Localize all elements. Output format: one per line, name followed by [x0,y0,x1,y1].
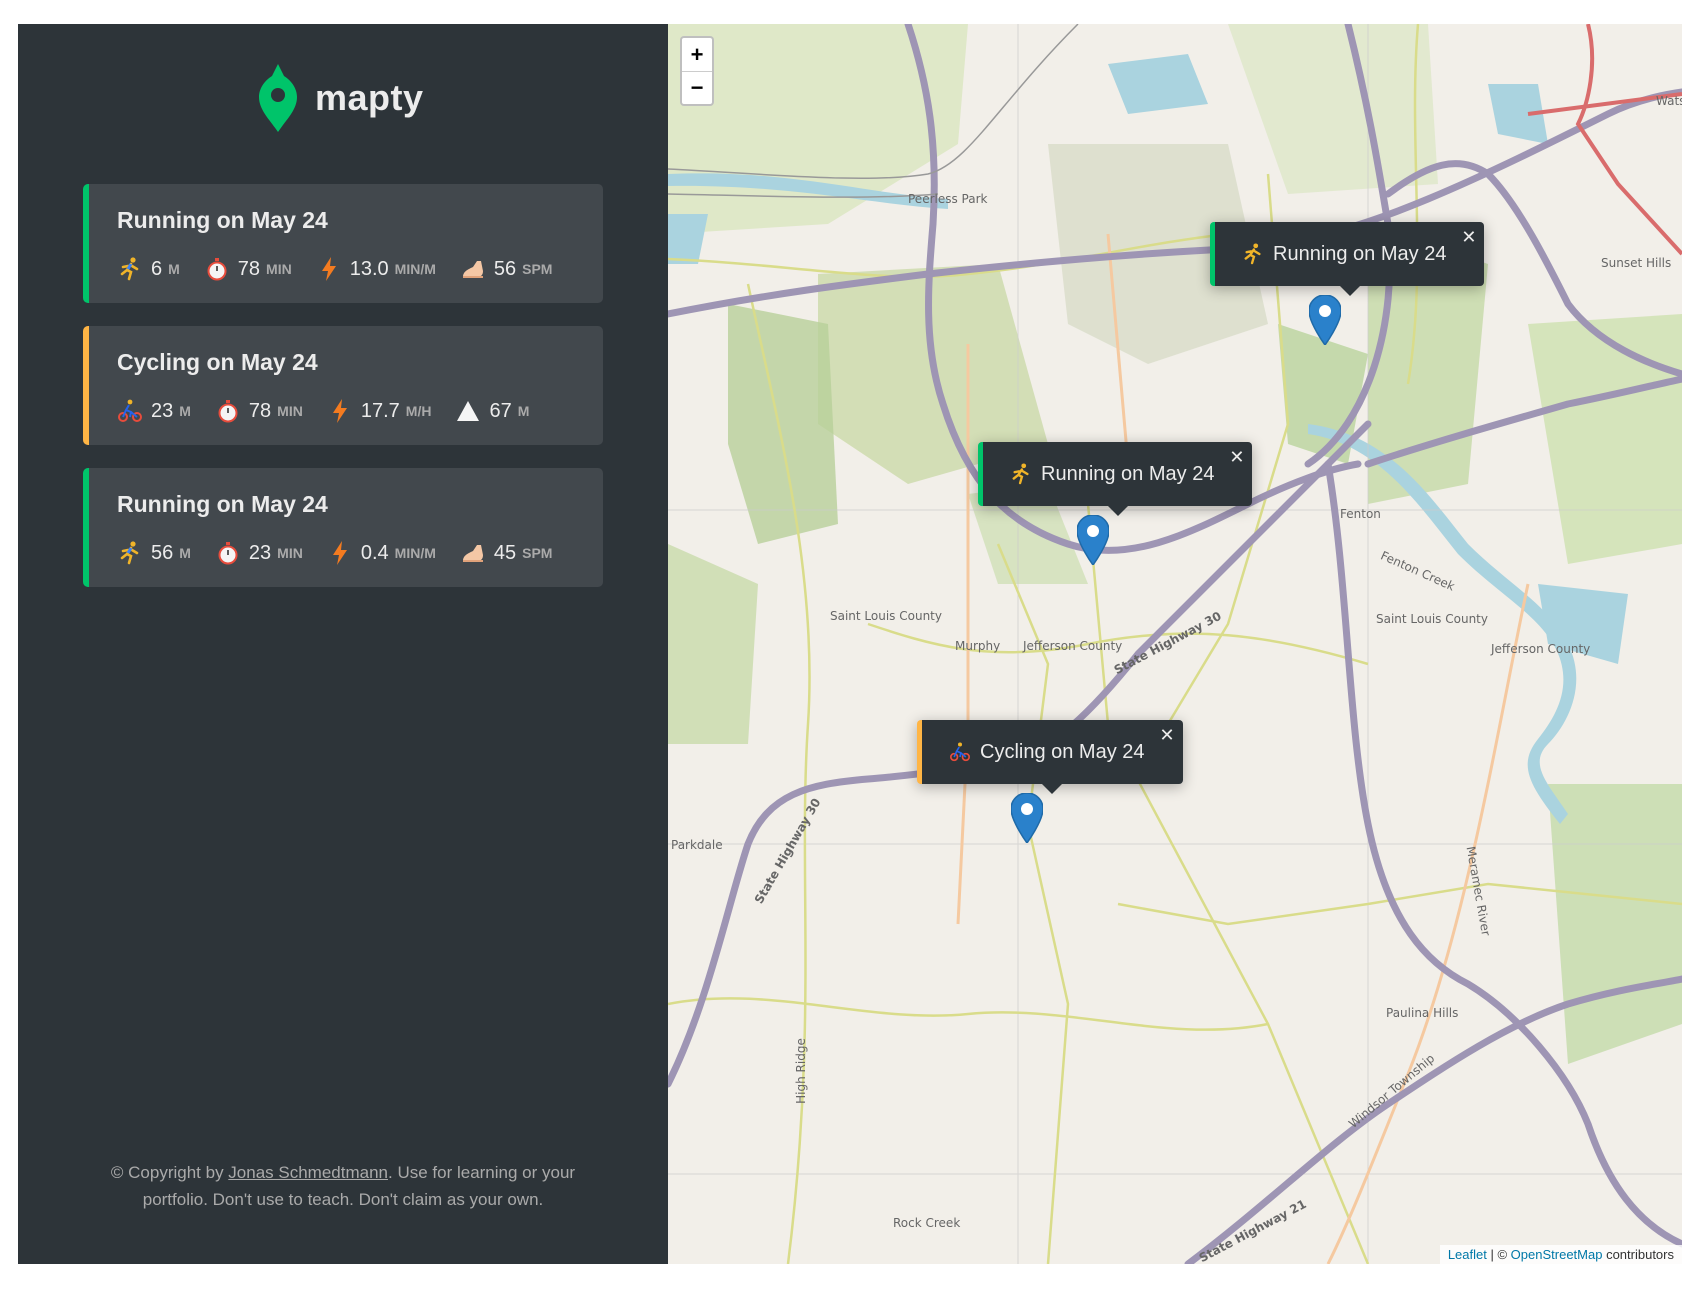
workout-details: 6 m 78 min 13.0 min/m [117,254,576,284]
cyclist-icon [950,742,970,762]
stopwatch-icon [215,398,241,424]
workout-duration: 78 min [204,256,292,282]
workout-title: Cycling on May 24 [117,349,318,375]
map-label: Rock Creek [893,1216,961,1230]
workout-elevation: 67 m [455,398,529,424]
workout-distance: 23 m [117,398,191,424]
cyclist-icon [117,398,143,424]
map-label: Paulina Hills [1386,1006,1459,1020]
map-attribution: Leaflet | © OpenStreetMap contributors [1439,1245,1682,1264]
workout-distance: 56 m [117,540,191,566]
zoom-out-button[interactable]: − [682,71,712,104]
popup-close-button[interactable]: ✕ [1229,447,1244,468]
map-label: Fenton [1340,507,1381,521]
map-label: High Ridge [793,1038,808,1104]
author-link[interactable]: Jonas Schmedtmann [228,1163,388,1182]
map-marker-icon[interactable] [1011,793,1043,843]
popup-close-button[interactable]: ✕ [1461,227,1476,248]
foot-icon [460,256,486,282]
popup-close-button[interactable]: ✕ [1159,725,1174,746]
workout-details: 56 m 23 min 0.4 min/m [117,538,576,568]
map-pin-logo-icon [259,64,297,132]
stopwatch-icon [204,256,230,282]
popup-text: Cycling on May 24 [980,740,1145,763]
runner-icon [117,256,143,282]
map-marker-icon[interactable] [1077,515,1109,565]
workout-duration: 23 min [215,540,303,566]
runner-icon [1011,463,1031,485]
foot-icon [460,540,486,566]
map-popup[interactable]: Cycling on May 24 ✕ [917,720,1183,794]
logo-text: mapty [315,77,424,118]
map-label: Parkdale [671,838,723,852]
workout-title: Running on May 24 [117,491,328,517]
workout-item[interactable]: Running on May 24 6 m 78 min [83,184,603,303]
workout-cadence: 45 spm [460,540,552,566]
runner-icon [1243,243,1263,265]
workout-duration: 78 min [215,398,303,424]
lightning-icon [327,540,353,566]
zoom-in-button[interactable]: + [682,38,712,71]
workout-title: Running on May 24 [117,207,328,233]
leaflet-link[interactable]: Leaflet [1448,1247,1487,1262]
copyright: © Copyright by Jonas Schmedtmann. Use fo… [110,1163,576,1209]
workout-cadence: 56 spm [460,256,552,282]
runner-icon [117,540,143,566]
popup-text: Running on May 24 [1041,462,1215,485]
map[interactable]: Peerless Park Sunset Hills Fenton Fenton… [668,24,1682,1264]
workout-pace: 0.4 min/m [327,540,436,566]
popup-tip [1339,286,1360,296]
stopwatch-icon [215,540,241,566]
map-label: Murphy [955,639,1001,653]
popup-tip [1042,784,1063,794]
map-label: Jefferson County [1023,639,1123,653]
map-label: Wats [1656,94,1682,108]
workout-distance: 6 m [117,256,180,282]
map-label: Saint Louis County [1376,612,1488,626]
map-popup[interactable]: Running on May 24 ✕ [978,442,1253,516]
sidebar: mapty Running on May 24 6 m 78 min [18,24,668,1264]
map-label: Jefferson County [1491,642,1591,656]
logo: mapty [259,64,424,132]
workout-pace: 13.0 min/m [316,256,436,282]
popup-text: Running on May 24 [1273,242,1447,265]
workout-speed: 17.7 m/h [327,398,431,424]
map-marker-icon[interactable] [1309,295,1341,345]
app: mapty Running on May 24 6 m 78 min [18,24,1682,1264]
workout-details: 23 m 78 min 17.7 m/h [117,396,553,426]
map-popup[interactable]: Running on May 24 ✕ [1210,222,1485,296]
map-label: Saint Louis County [830,609,942,623]
mountain-icon [455,398,481,424]
zoom-control: + − [680,36,714,106]
lightning-icon [327,398,353,424]
openstreetmap-link[interactable]: OpenStreetMap [1511,1247,1603,1262]
workout-item[interactable]: Running on May 24 56 m 23 min [83,468,603,587]
popup-tip [1107,506,1128,516]
map-label: Sunset Hills [1601,256,1672,270]
map-label: Peerless Park [908,192,988,206]
lightning-icon [316,256,342,282]
workout-item[interactable]: Cycling on May 24 23 m 78 min [83,326,603,445]
